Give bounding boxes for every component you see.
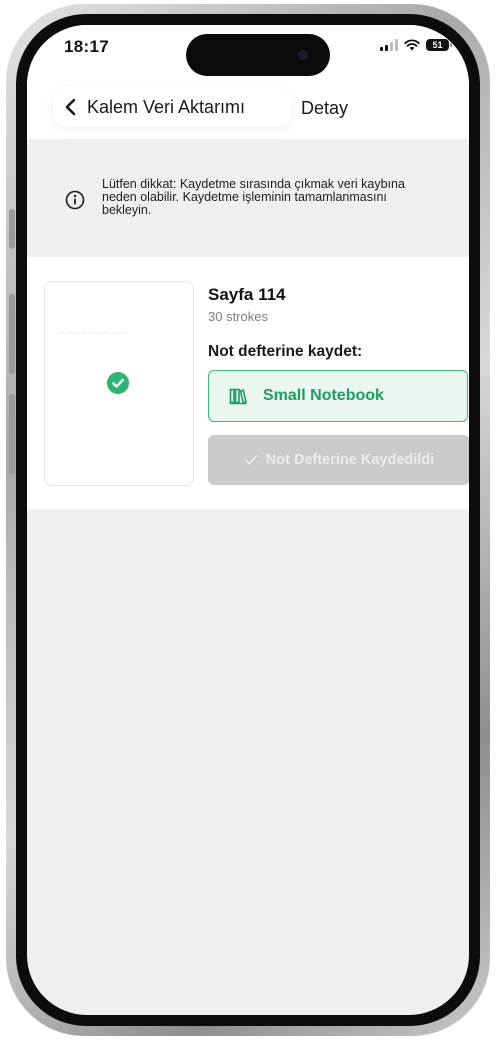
wifi-icon xyxy=(404,39,420,51)
battery-icon: 51 xyxy=(426,39,452,51)
notice-text: Lütfen dikkat: Kaydetme sırasında çıkmak… xyxy=(102,177,405,217)
dynamic-island xyxy=(186,34,330,76)
page-thumbnail[interactable]: ~ ~~~~ ~~~~ ~~~ xyxy=(44,281,194,486)
notebook-select-button[interactable]: Small Notebook xyxy=(208,370,468,422)
chevron-left-icon xyxy=(65,98,76,116)
status-time: 18:17 xyxy=(64,37,109,56)
action-button xyxy=(9,209,15,249)
volume-up-button xyxy=(9,294,15,374)
stroke-count: 30 strokes xyxy=(208,309,268,324)
page-name: Sayfa 114 xyxy=(208,285,286,304)
check-circle-icon xyxy=(107,372,129,394)
save-to-label: Not defterine kaydet: xyxy=(208,343,363,360)
thumbnail-scribble: ~ ~~~~ ~~~~ ~~~ xyxy=(59,328,126,338)
warning-notice: Lütfen dikkat: Kaydetme sırasında çıkmak… xyxy=(27,139,469,257)
saved-label: Not Defterine Kaydedildi xyxy=(265,452,435,468)
notebook-name: Small Notebook xyxy=(263,387,384,404)
page-title: Detay xyxy=(301,98,349,118)
books-icon xyxy=(229,388,247,405)
page-card: ~ ~~~~ ~~~~ ~~~ Sayfa 114 30 strokes Not… xyxy=(27,257,469,509)
back-title: Kalem Veri Aktarımı xyxy=(87,96,246,117)
screen: 18:17 51 Kalem Veri Aktarımı Detay Lütfe… xyxy=(27,25,469,1015)
info-circle-icon xyxy=(65,190,85,210)
signal-icon xyxy=(380,39,398,51)
checkmark-icon xyxy=(244,455,258,465)
back-button[interactable]: Kalem Veri Aktarımı xyxy=(53,87,292,127)
status-icons: 51 xyxy=(380,39,452,51)
volume-down-button xyxy=(9,394,15,474)
saved-to-notebook-button[interactable]: Not Defterine Kaydedildi xyxy=(208,435,469,485)
